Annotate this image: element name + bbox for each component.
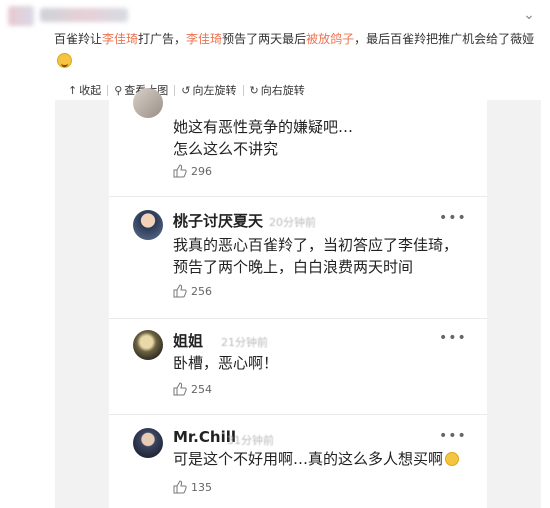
toolbar-divider bbox=[107, 84, 109, 96]
comment-line: 她这有恶性竞争的嫌疑吧… bbox=[173, 118, 354, 136]
comment-item: 桃子讨厌夏天 20分钟前 ••• 我真的恶心百雀羚了，当初答应了李佳琦， 预告了… bbox=[109, 204, 487, 314]
divider bbox=[109, 414, 487, 415]
laughing-tears-emoji-icon bbox=[445, 452, 460, 466]
chevron-down-icon[interactable]: ⌄ bbox=[522, 8, 536, 22]
mention-link-2[interactable]: 李佳琦 bbox=[186, 32, 222, 46]
post-text-4: ，最后百雀羚把推广机会给了薇娅 bbox=[354, 32, 535, 46]
divider bbox=[109, 318, 487, 319]
avatar bbox=[133, 330, 163, 360]
comment-author: 姐姐 bbox=[173, 332, 204, 350]
like-count: 256 bbox=[191, 284, 212, 298]
comment-line: 怎么这么不讲究 bbox=[173, 140, 279, 158]
like-button[interactable]: 135 bbox=[173, 480, 212, 494]
like-button[interactable]: 254 bbox=[173, 382, 212, 396]
comment-body: 她这有恶性竞争的嫌疑吧… 怎么这么不讲究 bbox=[173, 116, 473, 160]
comment-body: 可是这个不好用啊…真的这么多人想买啊 bbox=[173, 448, 483, 470]
comment-line: 我真的恶心百雀羚了，当初答应了李佳琦， bbox=[173, 236, 459, 254]
like-button[interactable]: 296 bbox=[173, 164, 212, 178]
mention-link-1[interactable]: 李佳琦 bbox=[102, 32, 138, 46]
post-header: ⌄ 百雀羚让李佳琦打广告，李佳琦预告了两天最后被放鸽子，最后百雀羚把推广机会给了… bbox=[0, 0, 550, 100]
comment-line: 预告了两个晚上，白白浪费两天时间 bbox=[173, 258, 414, 276]
avatar bbox=[133, 88, 163, 118]
avatar bbox=[133, 210, 163, 240]
rotate-right-icon: ↻ bbox=[249, 83, 259, 97]
post-text: 百雀羚让李佳琦打广告，李佳琦预告了两天最后被放鸽子，最后百雀羚把推广机会给了薇娅 bbox=[54, 30, 544, 48]
thumbs-up-icon bbox=[173, 164, 187, 178]
rotate-left-label: 向左旋转 bbox=[192, 84, 237, 97]
collapse-label: 收起 bbox=[79, 84, 102, 97]
laughing-tears-emoji-icon bbox=[57, 53, 72, 68]
like-count: 135 bbox=[191, 480, 212, 494]
comment-body: 卧槽，恶心啊！ bbox=[173, 352, 473, 374]
rotate-left-icon: ↺ bbox=[181, 83, 191, 97]
comment-item: Mr.Chill 31分钟前 ••• 可是这个不好用啊…真的这么多人想买啊 13… bbox=[109, 424, 487, 508]
rotate-left-button[interactable]: ↺ 向左旋转 bbox=[181, 82, 236, 98]
thumbs-up-icon bbox=[173, 382, 187, 396]
thumbs-up-icon bbox=[173, 284, 187, 298]
divider bbox=[109, 196, 487, 197]
comment-line: 卧槽，恶心啊！ bbox=[173, 354, 279, 372]
post-text-1: 百雀羚让 bbox=[54, 32, 103, 46]
thumbs-up-icon bbox=[173, 480, 187, 494]
image-toolbar: ↑ 收起 ⚲ 查看大图 ↺ 向左旋转 ↻ 向右旋转 bbox=[68, 82, 305, 98]
rotate-right-label: 向右旋转 bbox=[260, 84, 305, 97]
comment-item: 姐姐 21分钟前 ••• 卧槽，恶心啊！ 254 bbox=[109, 326, 487, 410]
comment-time: 31分钟前 bbox=[227, 434, 274, 447]
comment-time: 21分钟前 bbox=[221, 336, 268, 349]
comment-item: 她这有恶性竞争的嫌疑吧… 怎么这么不讲究 296 bbox=[109, 88, 487, 188]
collapse-arrow-icon: ↑ bbox=[68, 83, 78, 97]
more-options-icon[interactable]: ••• bbox=[439, 210, 467, 226]
more-options-icon[interactable]: ••• bbox=[439, 428, 467, 444]
toolbar-divider bbox=[242, 84, 244, 96]
post-text-2: 打广告， bbox=[138, 32, 187, 46]
post-text-3: 预告了两天最后 bbox=[222, 32, 307, 46]
comment-line-text: 可是这个不好用啊…真的这么多人想买啊 bbox=[173, 450, 444, 468]
comment-line: 可是这个不好用啊…真的这么多人想买啊 bbox=[173, 448, 483, 470]
more-options-icon[interactable]: ••• bbox=[439, 330, 467, 346]
comment-body: 我真的恶心百雀羚了，当初答应了李佳琦， 预告了两个晚上，白白浪费两天时间 bbox=[173, 234, 473, 278]
toolbar-divider bbox=[174, 84, 176, 96]
comment-screenshot: 她这有恶性竞争的嫌疑吧… 怎么这么不讲究 296 桃子讨厌夏天 20分钟前 ••… bbox=[109, 88, 487, 508]
rotate-right-button[interactable]: ↻ 向右旋转 bbox=[250, 82, 305, 98]
like-count: 254 bbox=[191, 382, 212, 396]
collapse-button[interactable]: ↑ 收起 bbox=[68, 82, 101, 98]
like-button[interactable]: 256 bbox=[173, 284, 212, 298]
magnifier-icon: ⚲ bbox=[114, 83, 123, 97]
comment-time: 20分钟前 bbox=[269, 216, 316, 229]
blurred-avatar bbox=[8, 6, 34, 26]
topic-link[interactable]: 被放鸽子 bbox=[306, 32, 354, 46]
comment-author: 桃子讨厌夏天 bbox=[173, 212, 264, 230]
avatar bbox=[133, 428, 163, 458]
blurred-username bbox=[40, 8, 128, 22]
like-count: 296 bbox=[191, 164, 212, 178]
